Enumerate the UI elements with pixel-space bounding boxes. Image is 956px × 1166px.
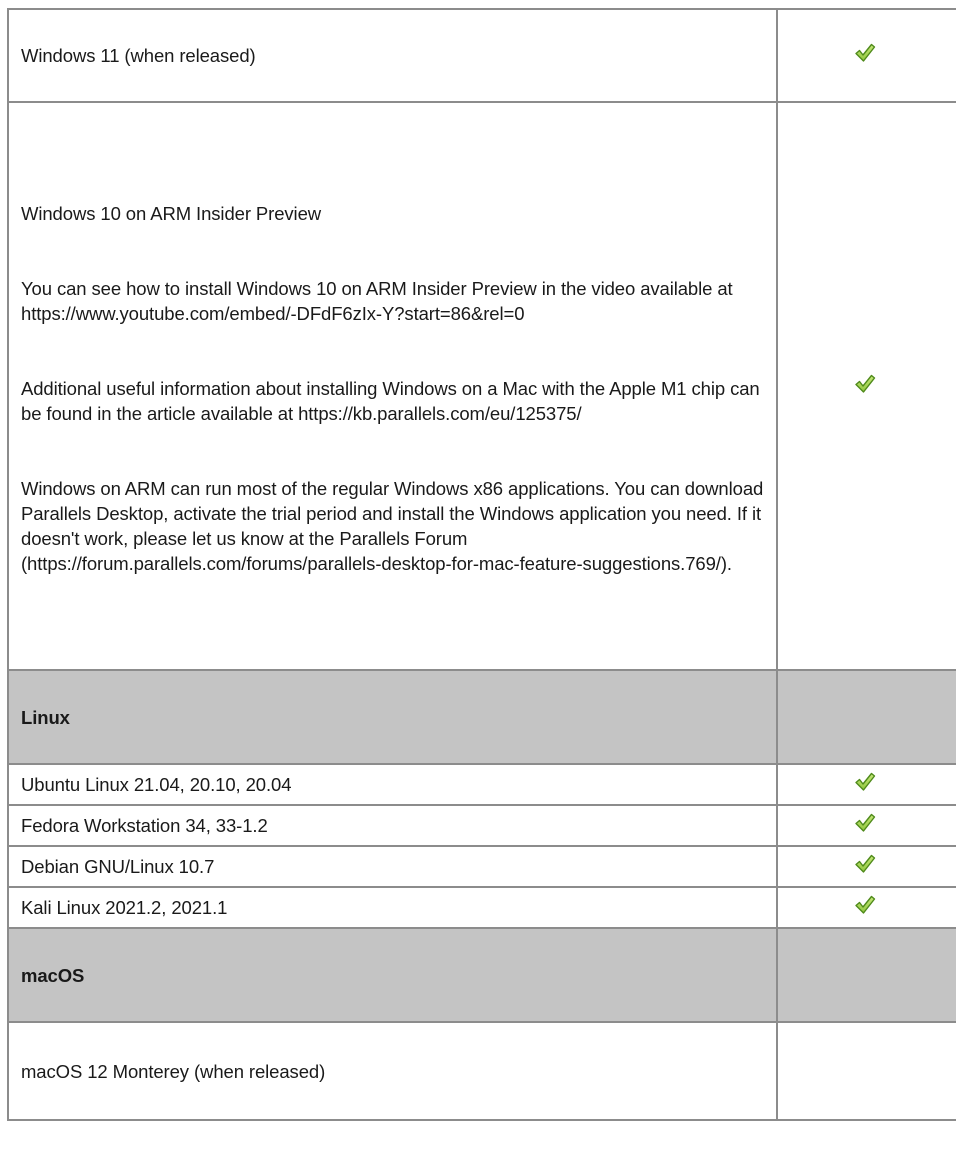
support-cell [776, 886, 956, 929]
table-row: Windows 10 on ARM Insider Preview You can… [7, 101, 956, 671]
os-name-cell: macOS 12 Monterey (when released) [7, 1021, 778, 1121]
support-cell [776, 101, 956, 671]
os-name: Windows 10 on ARM Insider Preview [21, 202, 322, 224]
section-header-row: macOS [7, 927, 956, 1023]
os-name-cell: Ubuntu Linux 21.04, 20.10, 20.04 [7, 763, 778, 806]
check-icon [854, 853, 876, 875]
check-icon [854, 373, 876, 395]
section-header-row: Linux [7, 669, 956, 765]
os-name-cell: Kali Linux 2021.2, 2021.1 [7, 886, 778, 929]
check-icon [854, 42, 876, 64]
section-title: Linux [7, 669, 778, 765]
os-support-table: Windows 11 (when released) Windows 10 on … [7, 8, 956, 1121]
section-title: macOS [7, 927, 778, 1023]
check-icon [854, 894, 876, 916]
support-cell [776, 804, 956, 847]
table-row: Windows 11 (when released) [7, 8, 956, 103]
support-cell [776, 927, 956, 1023]
os-note-paragraph: You can see how to install Windows 10 on… [21, 277, 733, 324]
check-icon [854, 812, 876, 834]
os-note-paragraph: Additional useful information about inst… [21, 377, 760, 424]
support-cell [776, 1021, 956, 1121]
table-row: Debian GNU/Linux 10.7 [7, 845, 956, 888]
os-note-paragraph: Windows on ARM can run most of the regul… [21, 477, 764, 574]
support-cell [776, 669, 956, 765]
support-cell [776, 8, 956, 103]
table-row: Fedora Workstation 34, 33-1.2 [7, 804, 956, 847]
table-row: macOS 12 Monterey (when released) [7, 1021, 956, 1121]
os-name-cell: Fedora Workstation 34, 33-1.2 [7, 804, 778, 847]
os-name-cell: Windows 10 on ARM Insider Preview You can… [7, 101, 778, 671]
check-icon [854, 771, 876, 793]
support-cell [776, 845, 956, 888]
table-row: Kali Linux 2021.2, 2021.1 [7, 886, 956, 929]
os-support-table-body: Windows 11 (when released) Windows 10 on … [7, 8, 956, 1121]
os-name-cell: Debian GNU/Linux 10.7 [7, 845, 778, 888]
support-cell [776, 763, 956, 806]
os-name-cell: Windows 11 (when released) [7, 8, 778, 103]
table-row: Ubuntu Linux 21.04, 20.10, 20.04 [7, 763, 956, 806]
